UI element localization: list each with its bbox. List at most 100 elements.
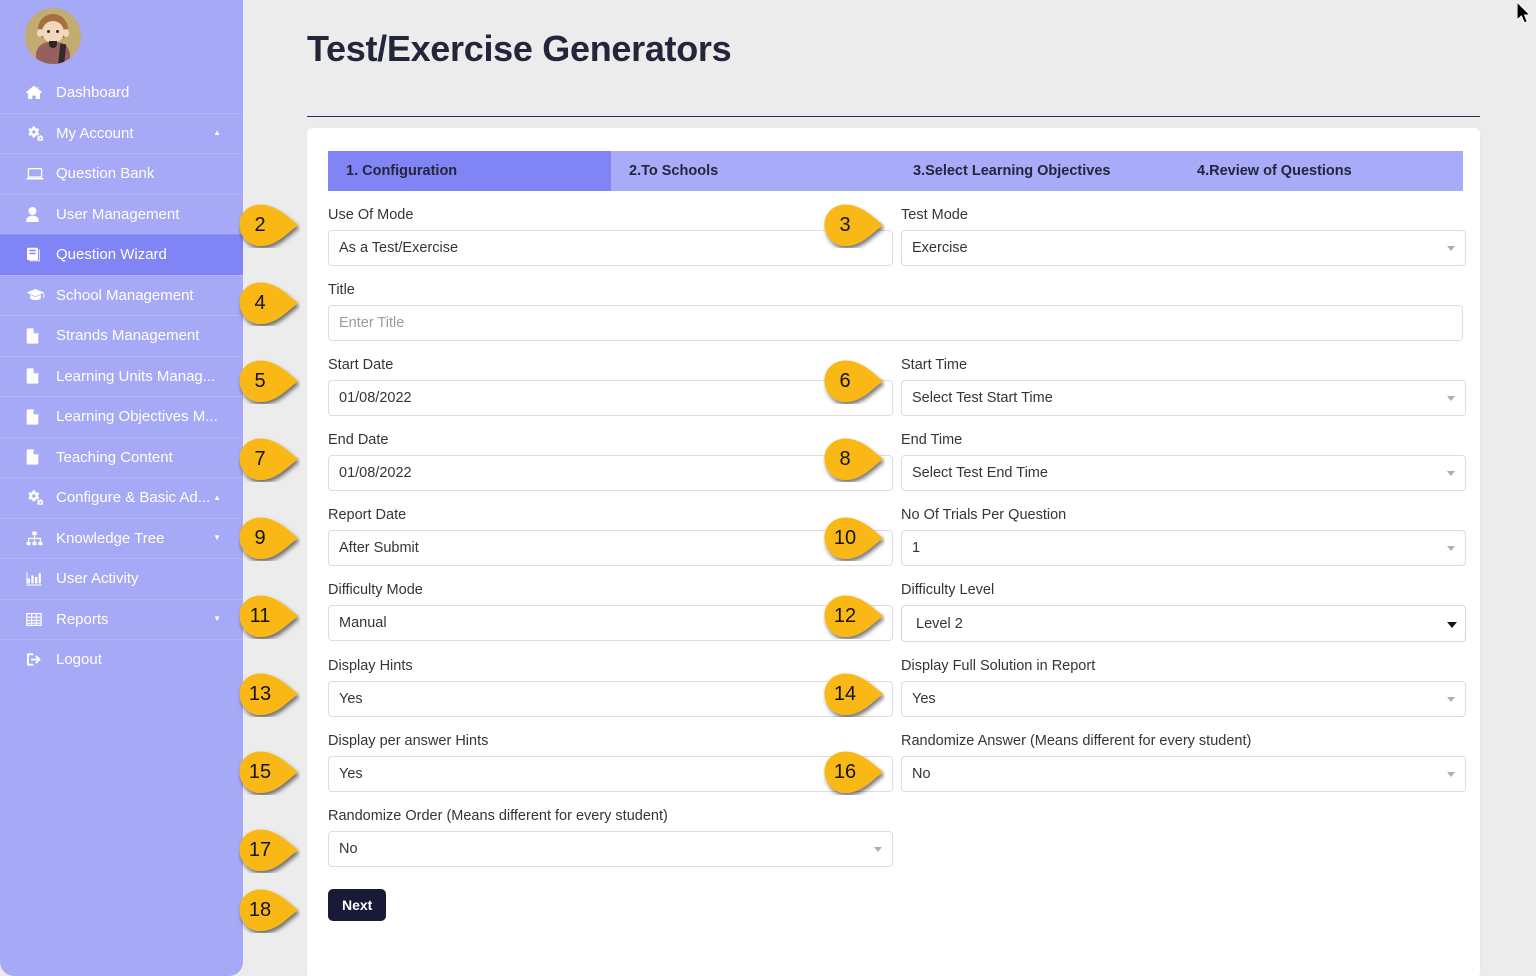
end-date-input[interactable]: 01/08/2022 [328,455,893,491]
start-time-select[interactable]: Select Test Start Time [901,380,1466,416]
end-time-select[interactable]: Select Test End Time [901,455,1466,491]
title-label: Title [328,282,355,298]
user-avatar[interactable] [25,8,81,64]
logout-icon [26,652,46,667]
test-mode-label: Test Mode [901,207,968,223]
sidebar-item-my-account[interactable]: My Account ▲ [0,112,243,154]
sidebar-item-strands-management[interactable]: Strands Management [0,315,243,356]
field-end-date: End Date 01/08/2022 [328,432,893,491]
graduation-cap-icon [26,288,46,302]
next-button[interactable]: Next [328,889,387,921]
chevron-up-icon: ▲ [213,492,221,502]
sidebar-item-label: User Activity [56,570,139,588]
avatar-eye-right [56,30,59,33]
sidebar-item-learning-objectives-m[interactable]: Learning Objectives M... [0,396,243,437]
trials-per-question-value: 1 [912,540,921,556]
chevron-down-icon [1447,471,1455,476]
table-icon [26,612,46,627]
form-row-mode: Use Of Mode As a Test/Exercise Test Mode… [328,207,1466,266]
start-time-label: Start Time [901,357,968,373]
home-icon [26,85,46,100]
sidebar-item-label: Strands Management [56,327,200,345]
laptop-icon [26,167,46,181]
chevron-down-icon [1447,546,1455,551]
tab-configuration[interactable]: 1. Configuration [328,151,611,191]
sidebar-item-question-wizard[interactable]: Question Wizard [0,234,243,275]
chevron-down-icon [874,847,882,852]
sidebar-item-user-activity[interactable]: User Activity [0,558,243,599]
bar-chart-icon [26,571,46,586]
tab-review-of-questions[interactable]: 4.Review of Questions [1179,151,1463,191]
file-icon [26,449,46,465]
tab-review-of-questions-label: 4.Review of Questions [1197,163,1352,179]
tab-to-schools[interactable]: 2.To Schools [611,151,895,191]
sidebar-item-label: Learning Units Manag... [56,367,216,385]
display-hints-label: Display Hints [328,658,413,674]
form-row-end: End Date 01/08/2022 End Time Select Test… [328,432,1466,491]
sidebar-item-teaching-content[interactable]: Teaching Content [0,436,243,478]
chevron-down-icon: ▼ [213,614,221,624]
display-hints-value: Yes [339,691,363,707]
sidebar-item-question-bank[interactable]: Question Bank [0,153,243,194]
sidebar-item-label: Reports [56,610,109,628]
report-date-select[interactable]: After Submit [328,530,893,566]
start-date-value: 01/08/2022 [339,390,412,406]
display-hints-select[interactable]: Yes [328,681,893,717]
field-start-date: Start Date 01/08/2022 [328,357,893,416]
difficulty-level-value: Level 2 [916,615,963,632]
sidebar-item-label: Dashboard [56,83,130,101]
display-full-solution-value: Yes [912,691,936,707]
sidebar-item-knowledge-tree[interactable]: Knowledge Tree ▼ [0,517,243,559]
chevron-up-icon: ▲ [213,128,221,138]
sidebar-item-school-management[interactable]: School Management [0,274,243,316]
form-row-hints: Display Hints Yes Display Full Solution … [328,658,1466,717]
field-difficulty-mode: Difficulty Mode Manual [328,582,893,642]
chevron-down-icon: ▼ [213,533,221,543]
field-end-time: End Time Select Test End Time [901,432,1466,491]
content-column: Test/Exercise Generators 1. Configuratio… [307,0,1495,976]
sidebar: Dashboard My Account ▲ Question Bank User Ma… [0,0,243,976]
form-row-title: Title Enter Title [328,282,1463,341]
test-mode-select[interactable]: Exercise [901,230,1466,266]
avatar-eye-left [47,30,50,33]
display-full-solution-select[interactable]: Yes [901,681,1466,717]
sidebar-item-dashboard[interactable]: Dashboard [0,72,243,113]
tab-select-learning-objectives[interactable]: 3.Select Learning Objectives [895,151,1179,191]
title-divider [307,116,1480,117]
file-icon [26,328,46,344]
randomize-answer-label: Randomize Answer (Means different for ev… [901,733,1252,749]
difficulty-mode-value: Manual [339,615,387,631]
sidebar-item-learning-units-manag[interactable]: Learning Units Manag... [0,355,243,397]
chevron-down-icon [1447,697,1455,702]
randomize-order-select[interactable]: No [328,831,893,867]
randomize-answer-value: No [912,766,931,782]
use-of-mode-select[interactable]: As a Test/Exercise [328,230,893,266]
end-time-label: End Time [901,432,963,448]
end-date-value: 01/08/2022 [339,465,412,481]
sidebar-item-reports[interactable]: Reports ▼ [0,598,243,640]
difficulty-mode-select[interactable]: Manual [328,605,893,641]
avatar-face [42,21,64,43]
randomize-order-value: No [339,841,358,857]
field-test-mode: Test Mode Exercise [901,207,1466,266]
trials-per-question-select[interactable]: 1 [901,530,1466,566]
page-title: Test/Exercise Generators [307,28,732,69]
difficulty-level-select[interactable]: Level 2 [901,605,1466,642]
start-date-input[interactable]: 01/08/2022 [328,380,893,416]
sidebar-nav-list: Dashboard My Account ▲ Question Bank User Ma… [0,72,243,680]
gears-icon [26,126,46,141]
display-per-answer-hints-select[interactable]: Yes [328,756,893,792]
start-time-value: Select Test Start Time [912,390,1053,406]
sidebar-item-logout[interactable]: Logout [0,639,243,680]
randomize-answer-select[interactable]: No [901,756,1466,792]
form-row-start: Start Date 01/08/2022 Start Time Select … [328,357,1466,416]
title-input[interactable]: Enter Title [328,305,1463,341]
form-row-difficulty: Difficulty Mode Manual Difficulty Level … [328,582,1466,642]
chevron-down-icon [1447,396,1455,401]
field-display-full-solution: Display Full Solution in Report Yes [901,658,1466,717]
chevron-down-icon [1447,772,1455,777]
sidebar-item-label: Logout [56,651,102,669]
sidebar-item-configure-basic-ad[interactable]: Configure & Basic Ad... ▲ [0,477,243,518]
file-icon [26,409,46,425]
sidebar-item-user-management[interactable]: User Management [0,193,243,235]
